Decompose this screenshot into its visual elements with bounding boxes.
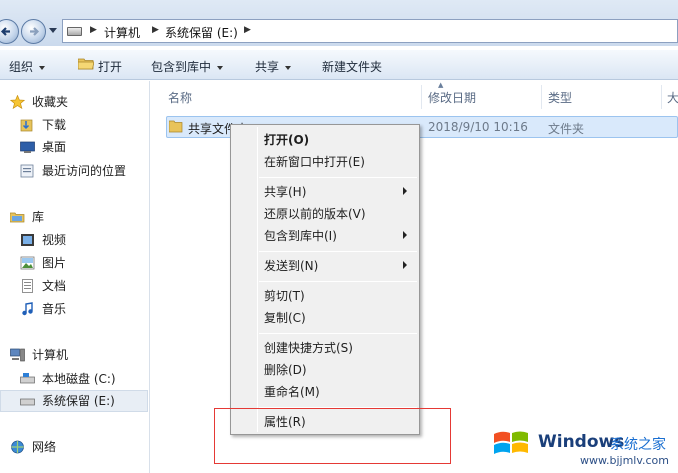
nav-documents-label: 文档 (42, 279, 67, 293)
nav-computer-label: 计算机 (32, 348, 69, 362)
navigation-pane: 收藏夹 下载 桌面 最近访问的位置 库 视频 图片 文档 音乐 计算机 本地磁盘… (0, 81, 150, 473)
submenu-arrow-icon (403, 187, 407, 195)
nav-music-label: 音乐 (42, 302, 67, 316)
include-library-label: 包含到库中 (151, 60, 212, 74)
chevron-down-icon (285, 65, 292, 70)
watermark: Windows 系统之家 www.bjjmlv.com (490, 420, 678, 473)
folder-icon (169, 120, 183, 133)
windows-logo-icon (494, 431, 528, 454)
menu-item-delete[interactable]: 删除(D) (264, 361, 307, 378)
organize-label: 组织 (9, 60, 34, 74)
back-arrow-icon (0, 27, 10, 36)
open-button[interactable]: 打开 (98, 58, 122, 75)
menu-separator (259, 177, 417, 178)
breadcrumb-separator-icon[interactable]: ▶ (90, 25, 97, 35)
include-library-button[interactable]: 包含到库中 (151, 58, 224, 75)
menu-separator (259, 251, 417, 252)
menu-item-copy[interactable]: 复制(C) (264, 309, 306, 326)
address-bar-region: ▶ 计算机 ▶ 系统保留 (E:) ▶ (0, 0, 678, 46)
network-icon (11, 440, 24, 454)
context-menu: 打开(O) 在新窗口中打开(E) 共享(H) 还原以前的版本(V) 包含到库中(… (230, 124, 420, 435)
star-icon (10, 95, 25, 109)
nav-libraries-label: 库 (32, 210, 45, 224)
menu-separator (259, 281, 417, 282)
submenu-arrow-icon (403, 231, 407, 239)
nav-system-reserved-label: 系统保留 (E:) (42, 394, 115, 408)
column-divider[interactable] (421, 85, 422, 109)
libraries-icon (10, 212, 25, 223)
menu-gutter (257, 127, 258, 432)
watermark-suffix: 系统之家 (610, 437, 666, 453)
nav-network-label: 网络 (32, 440, 57, 454)
downloads-folder-icon (20, 119, 33, 132)
videos-icon (21, 234, 34, 246)
drive-icon (20, 398, 35, 406)
file-date: 2018/9/10 10:16 (428, 120, 528, 134)
column-divider[interactable] (661, 85, 662, 109)
nav-favorites-label: 收藏夹 (32, 95, 69, 109)
recent-places-icon (20, 164, 34, 178)
desktop-icon (20, 141, 35, 153)
nav-local-disk-label: 本地磁盘 (C:) (42, 372, 116, 386)
organize-button[interactable]: 组织 (9, 58, 46, 75)
column-header-type[interactable]: 类型 (548, 89, 572, 106)
menu-separator (259, 333, 417, 334)
pictures-icon (20, 256, 35, 270)
share-label: 共享 (255, 60, 280, 74)
drive-icon (67, 27, 82, 36)
menu-item-open-new-window[interactable]: 在新窗口中打开(E) (264, 153, 365, 170)
computer-icon (10, 348, 25, 362)
menu-item-send-to[interactable]: 发送到(N) (264, 257, 318, 274)
breadcrumb-drive[interactable]: 系统保留 (E:) (165, 24, 238, 41)
file-type: 文件夹 (548, 122, 585, 136)
recent-pages-dropdown[interactable] (49, 28, 57, 33)
chevron-down-icon (217, 65, 224, 70)
breadcrumb-separator-icon[interactable]: ▶ (244, 25, 251, 35)
breadcrumb-computer[interactable]: 计算机 (104, 24, 140, 41)
share-button[interactable]: 共享 (255, 58, 292, 75)
music-icon (22, 302, 33, 316)
column-header-date[interactable]: 修改日期 (428, 89, 476, 106)
menu-item-cut[interactable]: 剪切(T) (264, 287, 305, 304)
menu-item-rename[interactable]: 重命名(M) (264, 383, 320, 400)
open-folder-icon (78, 58, 94, 70)
highlight-box (214, 408, 451, 464)
open-label: 打开 (98, 60, 123, 74)
watermark-url: www.bjjmlv.com (580, 454, 669, 467)
new-folder-button[interactable]: 新建文件夹 (322, 58, 382, 75)
documents-icon (22, 279, 33, 293)
column-divider[interactable] (541, 85, 542, 109)
back-button[interactable] (0, 19, 19, 44)
nav-videos-label: 视频 (42, 233, 67, 247)
forward-arrow-icon (30, 27, 40, 36)
sort-ascending-icon: ▲ (438, 81, 444, 89)
column-header-name[interactable]: 名称 (168, 89, 192, 106)
nav-pictures-label: 图片 (42, 256, 67, 270)
menu-item-share[interactable]: 共享(H) (264, 183, 306, 200)
command-bar: 组织 打开 包含到库中 共享 新建文件夹 (0, 50, 678, 80)
menu-item-restore[interactable]: 还原以前的版本(V) (264, 205, 366, 222)
chevron-down-icon (39, 65, 46, 70)
local-disk-icon (20, 373, 35, 384)
nav-recent-label: 最近访问的位置 (42, 164, 127, 178)
menu-item-open[interactable]: 打开(O) (264, 131, 309, 148)
column-header-size[interactable]: 大 (667, 89, 678, 106)
address-box[interactable]: ▶ 计算机 ▶ 系统保留 (E:) ▶ (62, 19, 678, 43)
submenu-arrow-icon (403, 261, 407, 269)
menu-item-include[interactable]: 包含到库中(I) (264, 227, 337, 244)
nav-desktop-label: 桌面 (42, 140, 67, 154)
nav-downloads-label: 下载 (42, 118, 67, 132)
breadcrumb-separator-icon[interactable]: ▶ (152, 25, 159, 35)
forward-button[interactable] (21, 19, 46, 44)
menu-item-create-shortcut[interactable]: 创建快捷方式(S) (264, 339, 353, 356)
new-folder-label: 新建文件夹 (322, 60, 383, 74)
